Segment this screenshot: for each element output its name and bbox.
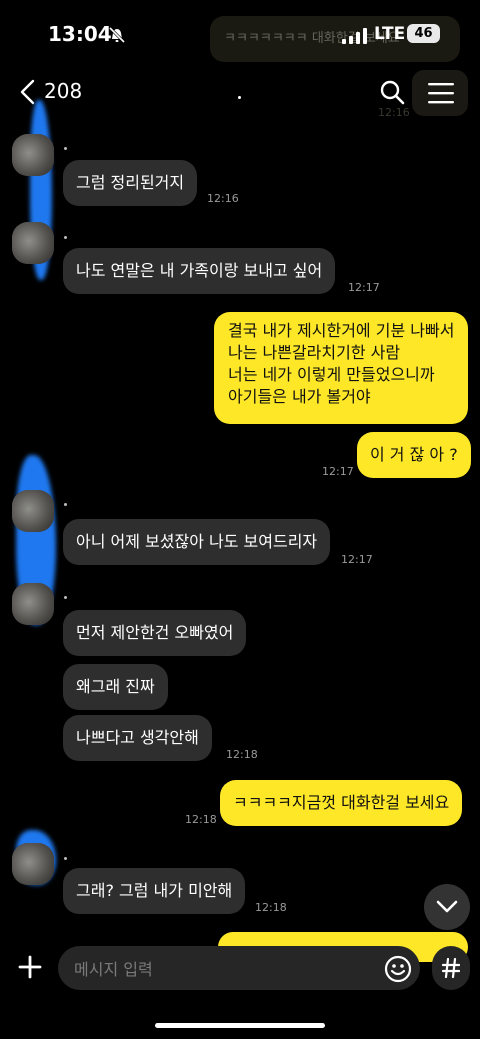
chevron-down-icon	[436, 900, 458, 913]
bell-muted-icon	[108, 26, 126, 44]
sender-name	[64, 503, 67, 506]
message-line: 결국 내가 제시한거에 기분 나빠서	[228, 321, 455, 340]
message-line: 나는 나쁜갈라치기한 사람	[228, 343, 401, 362]
message-time: 12:18	[185, 813, 217, 826]
message-bubble-received[interactable]: 아니 어제 보셨잖아 나도 보여드리자	[63, 519, 331, 565]
message-line: 너는 네가 이렇게 만들었으니까	[228, 365, 435, 384]
message-bubble-sent[interactable]: 이 거 잖 아 ?	[357, 432, 471, 478]
message-bubble-received[interactable]: 그래? 그럼 내가 미안해	[63, 868, 246, 914]
chat-room-title[interactable]: 208	[44, 79, 82, 103]
message-bubble-sent[interactable]: 결국 내가 제시한거에 기분 나빠서 나는 나쁜갈라치기한 사람 너는 네가 이…	[214, 312, 468, 424]
sender-name	[64, 857, 67, 860]
sender-name	[64, 236, 67, 239]
header-dot	[238, 96, 241, 99]
message-bubble-received[interactable]: 왜그래 진짜	[63, 664, 168, 710]
network-type: LTE	[374, 24, 406, 44]
message-time: 12:17	[341, 553, 373, 566]
status-time: 13:04	[48, 22, 112, 46]
message-time: 12:18	[255, 901, 287, 914]
message-time: 12:16	[207, 192, 239, 205]
avatar[interactable]	[12, 490, 54, 532]
battery-indicator: 46	[407, 24, 440, 43]
scroll-down-button[interactable]	[424, 884, 470, 930]
avatar[interactable]	[12, 843, 54, 885]
message-bubble-received[interactable]: 나쁘다고 생각안해	[63, 715, 212, 761]
message-input[interactable]	[72, 946, 376, 992]
sender-name	[64, 596, 67, 599]
message-time: 12:17	[322, 465, 354, 478]
menu-button[interactable]	[412, 70, 468, 116]
hashtag-icon	[441, 957, 461, 979]
avatar[interactable]	[12, 222, 54, 264]
message-bubble-sent[interactable]: ㅋㅋㅋㅋ지금껏 대화한걸 보세요	[220, 780, 463, 826]
sender-name	[64, 147, 67, 150]
home-indicator[interactable]	[155, 1023, 325, 1028]
avatar[interactable]	[12, 583, 54, 625]
emoji-icon[interactable]	[384, 955, 412, 983]
signal-icon	[342, 28, 367, 44]
ghost-timestamp: 12:16	[378, 106, 410, 119]
message-bubble-received[interactable]: 그럼 정리된거지	[63, 160, 198, 206]
message-time: 12:18	[226, 748, 258, 761]
message-line: 아기들은 내가 볼거야	[228, 387, 371, 406]
message-time: 12:17	[348, 281, 380, 294]
message-bubble-received[interactable]: 나도 연말은 내 가족이랑 보내고 싶어	[63, 248, 336, 294]
hamburger-icon	[428, 83, 454, 104]
message-bubble-received[interactable]: 먼저 제안한건 오빠였어	[63, 610, 247, 656]
search-icon[interactable]	[378, 78, 406, 106]
message-input-container[interactable]	[58, 946, 420, 992]
hashtag-button[interactable]	[432, 946, 470, 990]
avatar[interactable]	[12, 134, 54, 176]
plus-icon[interactable]	[12, 948, 48, 986]
